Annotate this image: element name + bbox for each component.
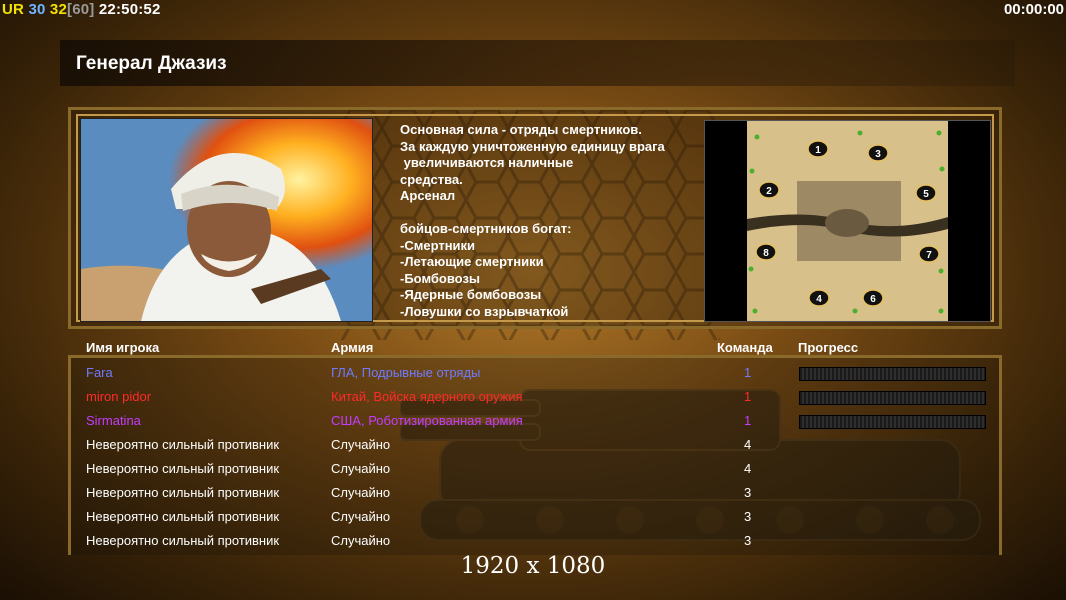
resource-marker: [754, 134, 760, 140]
resource-marker: [938, 308, 944, 314]
player-team: 1: [744, 413, 752, 428]
table-row: Невероятно сильный противник Случайно 4: [0, 433, 1066, 457]
player-army: Случайно: [331, 437, 391, 452]
resource-marker: [852, 308, 858, 314]
general-title: Генерал Джазиз: [76, 53, 227, 74]
start-position-number: 3: [875, 149, 881, 160]
player-name: Невероятно сильный противник: [86, 485, 280, 500]
minimap: 1 3 2 5 8 7 4 6: [704, 120, 991, 322]
player-name: Невероятно сильный противник: [86, 461, 280, 476]
resource-marker: [857, 130, 863, 136]
start-position-number: 4: [816, 294, 822, 305]
player-team: 4: [744, 437, 752, 452]
start-position-number: 1: [815, 145, 821, 156]
hud-fps: 32: [49, 1, 68, 18]
header-team: Команда: [717, 340, 773, 355]
hud-fps-max: [60]: [67, 1, 95, 18]
hud-clock: 22:50:52: [98, 1, 161, 18]
start-position-number: 2: [766, 186, 772, 197]
start-position-marker: 6: [862, 289, 884, 307]
player-name: Невероятно сильный противник: [86, 437, 280, 452]
start-position-marker: 1: [807, 140, 829, 158]
table-row: Sirmatina США, Роботизированная армия 1: [0, 409, 1066, 433]
player-team: 3: [744, 533, 752, 548]
player-name: Sirmatina: [86, 413, 141, 428]
player-army: ГЛА, Подрывные отряды: [331, 365, 481, 380]
resource-marker: [936, 130, 942, 136]
resource-marker: [749, 168, 755, 174]
player-team: 4: [744, 461, 752, 476]
player-army: Случайно: [331, 533, 391, 548]
player-army: США, Роботизированная армия: [331, 413, 523, 428]
general-description: Основная сила - отряды смертников. За ка…: [400, 122, 665, 319]
hud-mode: UR: [2, 1, 25, 18]
player-name: Невероятно сильный противник: [86, 533, 280, 548]
player-name: Невероятно сильный противник: [86, 509, 280, 524]
player-army: Случайно: [331, 509, 391, 524]
hud-stats: UR 30 32[60] 22:50:52: [2, 1, 161, 18]
header-player-name: Имя игрока: [86, 340, 160, 355]
resource-marker: [752, 308, 758, 314]
start-position-marker: 7: [918, 245, 940, 263]
player-army: Китай, Войска ядерного оружия: [331, 389, 523, 404]
player-army: Случайно: [331, 461, 391, 476]
start-position-marker: 3: [867, 144, 889, 162]
player-name: Fara: [86, 365, 113, 380]
player-name: miron pidor: [86, 389, 152, 404]
player-team: 1: [744, 389, 752, 404]
resolution-label: 1920 x 1080: [460, 553, 606, 579]
player-team: 3: [744, 485, 752, 500]
resource-marker: [938, 268, 944, 274]
table-row: Невероятно сильный противник Случайно 3: [0, 481, 1066, 505]
start-position-marker: 4: [808, 289, 830, 307]
header-progress: Прогресс: [798, 340, 859, 355]
start-position-marker: 5: [915, 184, 937, 202]
start-position-number: 6: [870, 294, 876, 305]
player-team: 3: [744, 509, 752, 524]
start-position-number: 5: [923, 189, 929, 200]
table-row: Невероятно сильный противник Случайно 3: [0, 505, 1066, 529]
resource-marker: [748, 266, 754, 272]
start-position-marker: 8: [755, 243, 777, 261]
loading-progress-bar: [799, 391, 986, 405]
hud-timer: 00:00:00: [1003, 1, 1064, 18]
player-army: Случайно: [331, 485, 391, 500]
table-row: miron pidor Китай, Войска ядерного оружия…: [0, 385, 1066, 409]
start-position-number: 8: [763, 248, 769, 259]
player-team: 1: [744, 365, 752, 380]
table-row: Fara ГЛА, Подрывные отряды 1: [0, 361, 1066, 385]
start-position-number: 7: [926, 250, 932, 261]
start-position-marker: 2: [758, 181, 780, 199]
header-army: Армия: [331, 340, 374, 355]
table-row: Невероятно сильный противник Случайно 3: [0, 529, 1066, 553]
loading-progress-bar: [799, 367, 986, 381]
general-portrait: [80, 118, 373, 322]
hud-latency: 30: [28, 1, 46, 18]
resource-marker: [939, 166, 945, 172]
loading-progress-bar: [799, 415, 986, 429]
table-row: Невероятно сильный противник Случайно 4: [0, 457, 1066, 481]
